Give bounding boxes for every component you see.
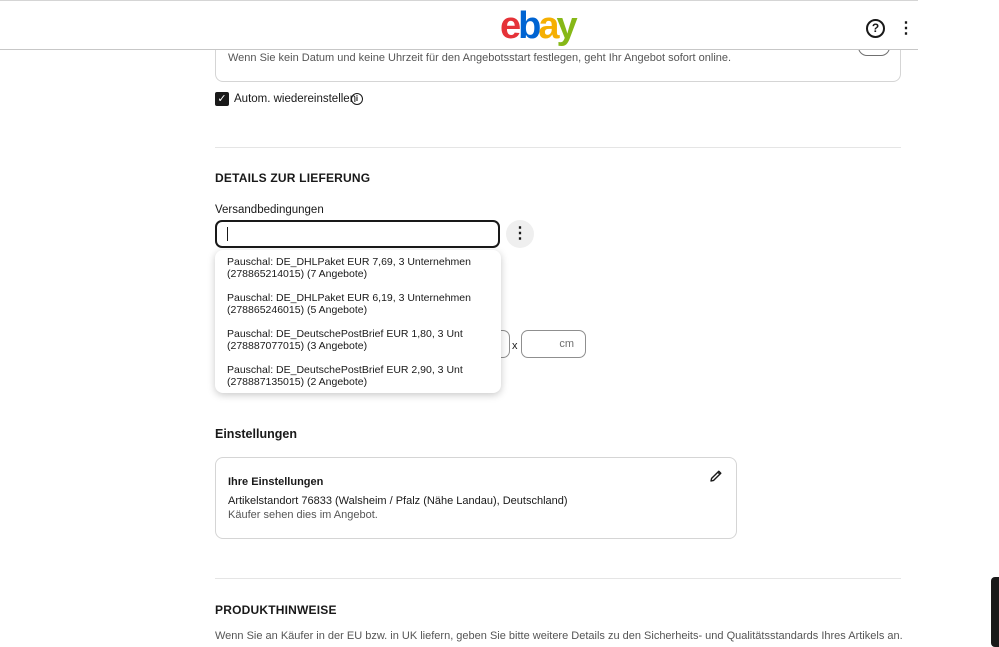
dropdown-option[interactable]: Pauschal: DE_DHLPaket EUR 7,69, 3 Untern… [215,256,501,292]
settings-note: Käufer sehen dies im Angebot. [228,509,378,521]
settings-card: Ihre Einstellungen Artikelstandort 76833… [215,457,737,539]
dimension-unit: cm [559,338,574,350]
auto-relist-label[interactable]: Autom. wiedereinstellen [234,93,356,105]
section-divider [215,147,901,148]
logo-letter: e [500,5,521,47]
feedback-tab[interactable] [991,577,999,647]
logo-letter: a [538,5,559,47]
ebay-logo[interactable]: ebay [500,5,578,47]
logo-letter: b [518,5,541,47]
product-notes-title: PRODUKTHINWEISE [215,603,337,617]
auto-relist-checkbox[interactable]: ✓ [215,92,229,106]
delivery-section-title: DETAILS ZUR LIEFERUNG [215,171,371,185]
top-header: ebay ? ⋮ [0,0,918,50]
product-notes-text: Wenn Sie an Käufer in der EU bzw. in UK … [215,630,903,642]
help-icon[interactable]: ? [866,19,885,38]
settings-card-title: Ihre Einstellungen [228,476,324,488]
section-divider [215,578,901,579]
info-icon[interactable]: i [351,93,363,105]
logo-letter: y [556,5,578,47]
dimension-separator: x [512,340,518,352]
shipping-more-options-button[interactable]: ⋮ [506,220,534,248]
shipping-terms-dropdown: Pauschal: DE_DHLPaket EUR 7,69, 3 Untern… [215,250,501,393]
shipping-terms-label: Versandbedingungen [215,204,324,216]
more-options-icon[interactable]: ⋮ [898,19,914,38]
item-location: Artikelstandort 76833 (Walsheim / Pfalz … [228,495,568,507]
dropdown-option[interactable]: Pauschal: DE_DeutschePostBrief EUR 1,80,… [215,328,501,364]
settings-title: Einstellungen [215,427,297,441]
text-caret [227,227,228,241]
dimension-height-input[interactable]: cm [521,330,586,358]
shipping-terms-input[interactable] [215,220,500,248]
dropdown-option[interactable]: Pauschal: DE_DeutschePostBrief EUR 2,90,… [215,364,501,400]
pencil-icon[interactable] [708,468,724,484]
listing-start-hint: Wenn Sie kein Datum und keine Uhrzeit fü… [228,52,732,64]
dropdown-option[interactable]: Pauschal: DE_DHLPaket EUR 6,19, 3 Untern… [215,292,501,328]
